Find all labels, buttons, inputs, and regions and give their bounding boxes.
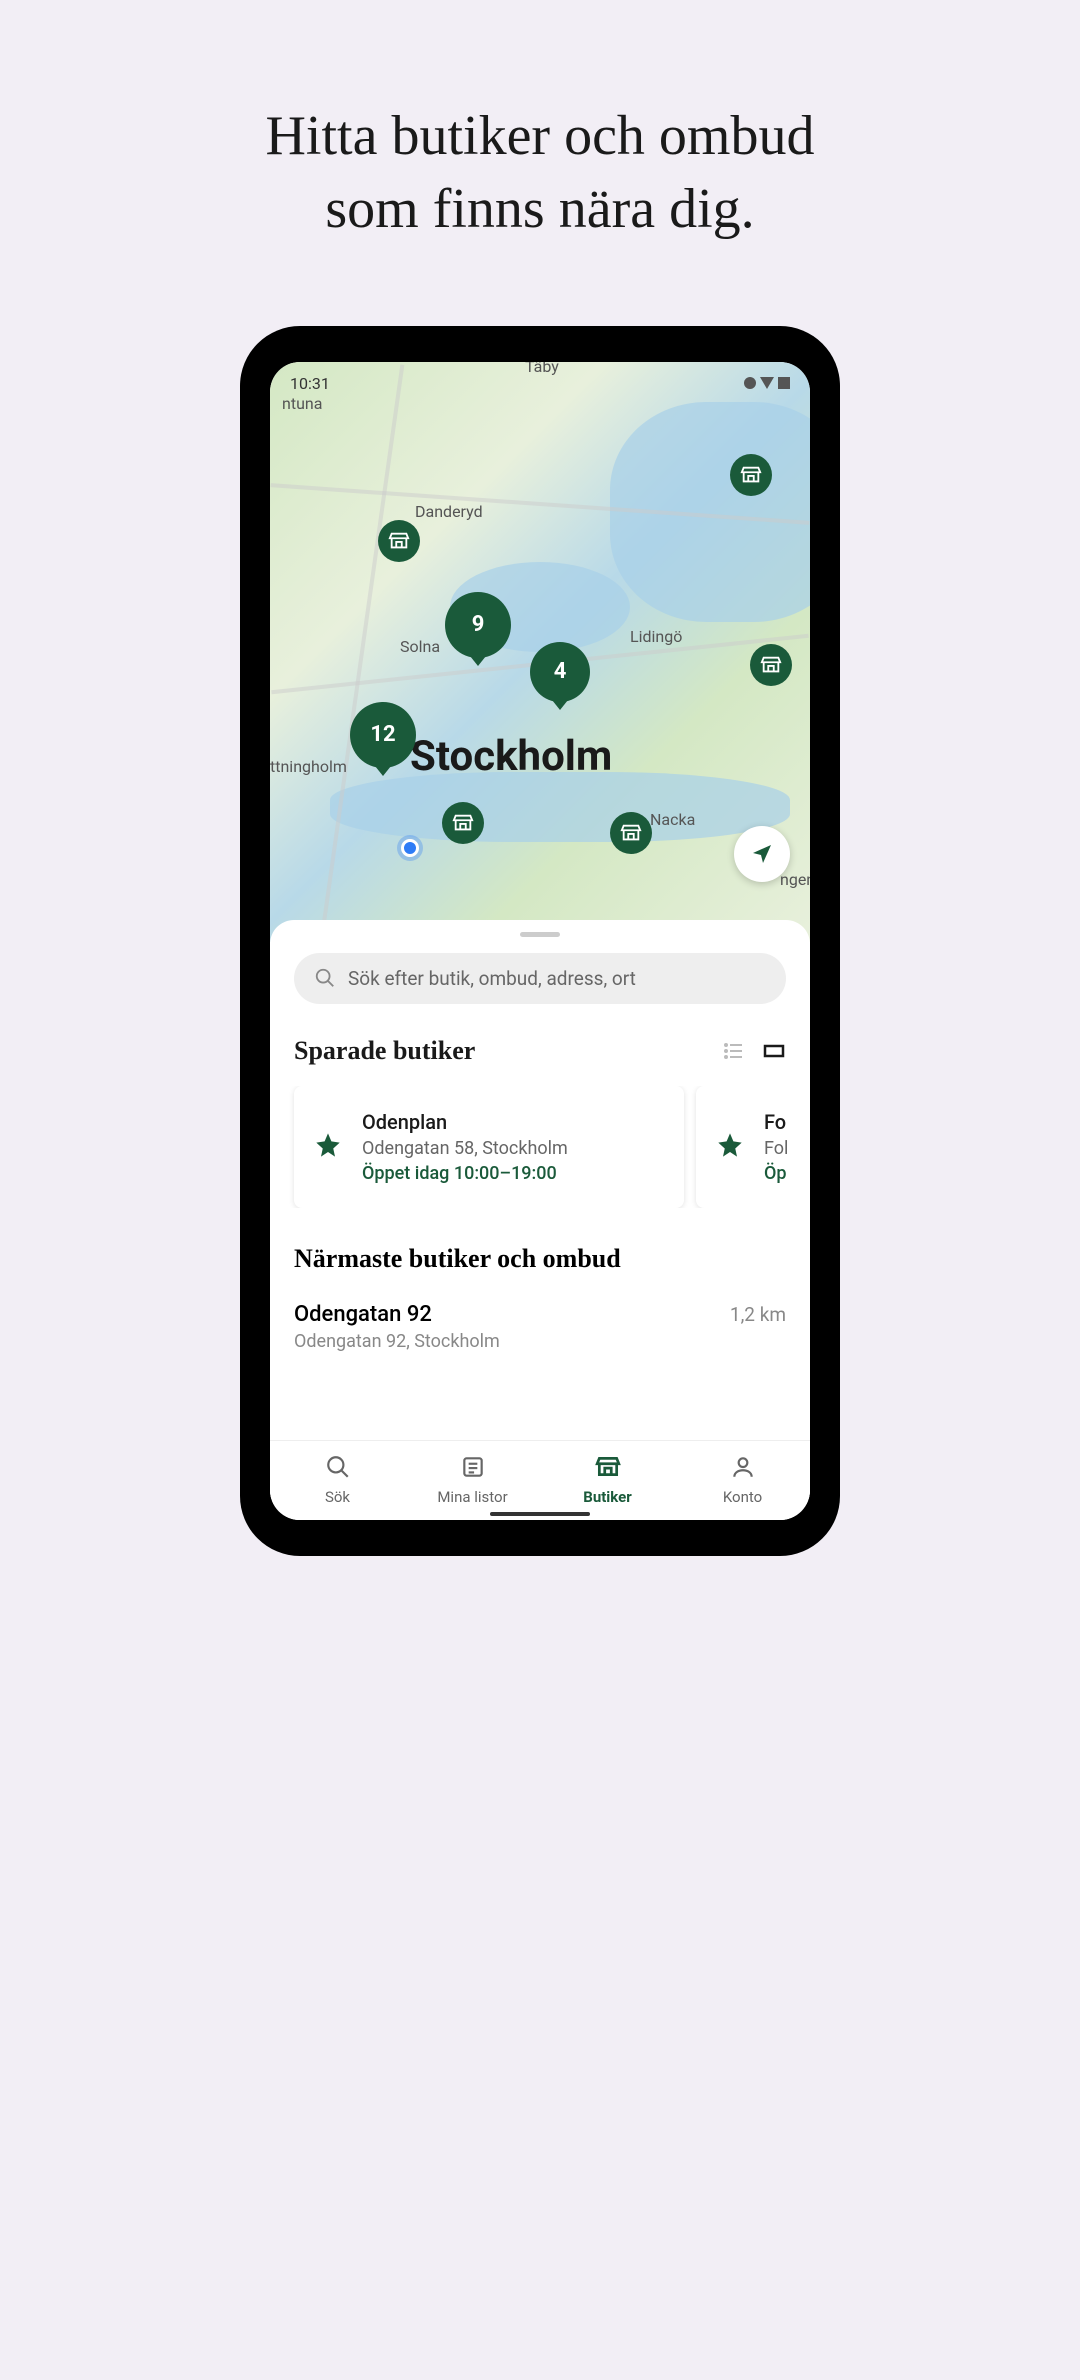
nav-label: Sök	[325, 1488, 350, 1506]
nearest-store-name: Odengatan 92	[294, 1302, 432, 1327]
store-hours: Öp	[764, 1163, 788, 1184]
nearest-store-distance: 1,2 km	[730, 1303, 786, 1326]
nav-account[interactable]: Konto	[675, 1454, 810, 1506]
map-place-label: ntuna	[282, 394, 322, 413]
map-place-label: Nacka	[650, 810, 695, 829]
map-store-pin[interactable]	[378, 520, 420, 562]
map-place-label: Lidingö	[630, 627, 682, 646]
favorite-star-icon[interactable]	[314, 1131, 342, 1163]
sheet-drag-handle[interactable]	[520, 932, 560, 937]
status-triangle-icon	[760, 377, 774, 389]
map-place-label: ttningholm	[270, 757, 347, 776]
map-store-pin[interactable]	[750, 644, 792, 686]
account-icon	[730, 1454, 756, 1484]
nav-label: Butiker	[583, 1488, 631, 1506]
saved-store-card[interactable]: Odenplan Odengatan 58, Stockholm Öppet i…	[294, 1086, 684, 1208]
store-icon	[388, 530, 410, 552]
map-store-pin[interactable]	[442, 802, 484, 844]
store-icon	[452, 812, 474, 834]
map-place-label: Danderyd	[415, 502, 483, 521]
nav-store[interactable]: Butiker	[540, 1454, 675, 1506]
nearest-store-item[interactable]: Odengatan 92 1,2 km Odengatan 92, Stockh…	[270, 1294, 810, 1360]
status-square-icon	[778, 377, 790, 389]
saved-store-card[interactable]: Fo Fol Öp	[696, 1086, 810, 1208]
store-icon	[595, 1454, 621, 1484]
search-icon	[325, 1454, 351, 1484]
favorite-star-icon[interactable]	[716, 1131, 744, 1163]
location-arrow-icon	[750, 842, 774, 866]
store-icon	[620, 822, 642, 844]
map-cluster-pin[interactable]: 9	[445, 592, 511, 658]
nav-list[interactable]: Mina listor	[405, 1454, 540, 1506]
list-icon	[460, 1454, 486, 1484]
status-bar: 10:31	[270, 374, 810, 393]
status-dot-icon	[744, 377, 756, 389]
list-view-icon[interactable]	[722, 1039, 746, 1063]
map-place-label: ngen	[780, 870, 810, 889]
search-placeholder: Sök efter butik, ombud, adress, ort	[348, 967, 636, 990]
phone-screen: 10:31 Stockholm ntunaTäbyDanderydSolnaLi…	[270, 362, 810, 1520]
map-city-label: Stockholm	[410, 732, 612, 781]
map[interactable]: 10:31 Stockholm ntunaTäbyDanderydSolnaLi…	[270, 362, 810, 942]
store-icon	[760, 654, 782, 676]
nearest-title: Närmaste butiker och ombud	[270, 1208, 810, 1294]
home-indicator	[490, 1512, 590, 1516]
nav-label: Mina listor	[437, 1488, 507, 1506]
card-view-icon[interactable]	[762, 1039, 786, 1063]
search-icon	[314, 967, 336, 989]
map-cluster-pin[interactable]: 12	[350, 702, 416, 768]
locate-me-button[interactable]	[734, 826, 790, 882]
store-hours: Öppet idag 10:00–19:00	[362, 1163, 568, 1184]
store-name: Fo	[764, 1110, 788, 1134]
search-input[interactable]: Sök efter butik, ombud, adress, ort	[294, 953, 786, 1004]
bottom-sheet[interactable]: Sök efter butik, ombud, adress, ort Spar…	[270, 920, 810, 1520]
saved-stores-title: Sparade butiker	[294, 1036, 475, 1066]
store-icon	[740, 464, 762, 486]
store-address: Fol	[764, 1138, 788, 1159]
status-time: 10:31	[290, 374, 330, 393]
map-store-pin[interactable]	[610, 812, 652, 854]
store-name: Odenplan	[362, 1110, 568, 1134]
bottom-nav: Sök Mina listor Butiker Konto	[270, 1440, 810, 1520]
status-icons	[744, 374, 790, 393]
nav-search[interactable]: Sök	[270, 1454, 405, 1506]
user-location-dot	[401, 839, 419, 857]
nav-label: Konto	[723, 1488, 762, 1506]
map-store-pin[interactable]	[730, 454, 772, 496]
page-headline: Hitta butiker och ombudsom finns nära di…	[0, 100, 1080, 246]
phone-frame: 10:31 Stockholm ntunaTäbyDanderydSolnaLi…	[240, 326, 840, 1556]
map-place-label: Solna	[400, 637, 440, 656]
map-cluster-pin[interactable]: 4	[530, 642, 590, 702]
nearest-store-address: Odengatan 92, Stockholm	[294, 1331, 786, 1352]
view-toggle	[722, 1039, 786, 1063]
store-address: Odengatan 58, Stockholm	[362, 1138, 568, 1159]
